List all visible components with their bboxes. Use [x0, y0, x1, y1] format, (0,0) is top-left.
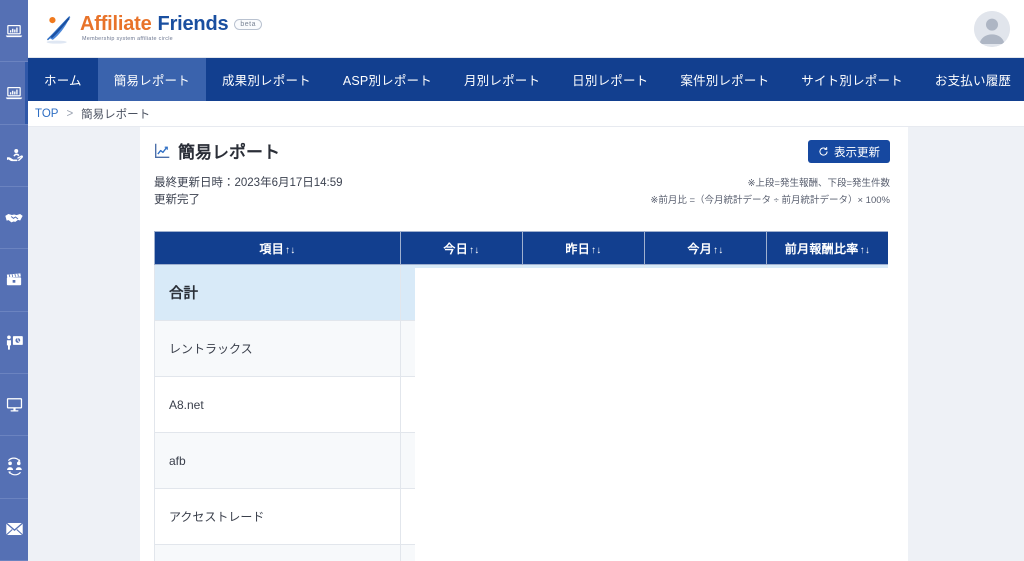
page-title-row: 簡易レポート 表示更新 [140, 127, 908, 173]
main-nav: ホーム 簡易レポート 成果別レポート ASP別レポート 月別レポート 日別レポー… [28, 58, 1024, 101]
monitor-icon [6, 398, 22, 412]
sort-icon: ↑↓ [469, 244, 480, 256]
column-header-label: 今日 [443, 241, 468, 256]
rail-item-community[interactable] [0, 436, 28, 499]
nav-label: ASP別レポート [342, 74, 432, 88]
nav-item-site-report[interactable]: サイト別レポート [785, 58, 919, 101]
rail-item-analytics-laptop[interactable] [0, 62, 28, 125]
refresh-button[interactable]: 表示更新 [808, 140, 890, 163]
users-cycle-icon [6, 458, 22, 476]
breadcrumb-current: 簡易レポート [81, 108, 151, 121]
hand-person-icon [6, 148, 23, 161]
cell-item: A8.net [154, 376, 401, 433]
cell-item: アクセストレード [154, 488, 401, 545]
nav-item-home[interactable]: ホーム [28, 58, 98, 101]
sort-icon: ↑↓ [591, 244, 602, 256]
clapperboard-icon [6, 273, 22, 286]
brand-beta-badge: beta [234, 18, 263, 30]
breadcrumb-separator: > [66, 107, 74, 120]
nav-item-simple-report[interactable]: 簡易レポート [97, 58, 206, 101]
rail-item-display[interactable] [0, 374, 28, 437]
rail-item-seminar[interactable] [0, 312, 28, 374]
handshake-icon [5, 213, 23, 223]
nav-label: ホーム [44, 74, 82, 88]
presentation-icon [6, 335, 23, 350]
column-header-yesterday[interactable]: 昨日↑↓ [522, 231, 645, 265]
column-header-today[interactable]: 今日↑↓ [400, 231, 523, 265]
table-header-row: 項目↑↓ 今日↑↓ 昨日↑↓ 今月↑↓ 前月報酬比率↑↓ [154, 231, 888, 265]
nav-item-payment-history[interactable]: お支払い履歴 [919, 58, 1024, 101]
rail-item-report-laptop[interactable] [0, 0, 28, 63]
line-chart-icon [155, 143, 170, 158]
last-updated-line: 最終更新日時：2023年6月17日14:59 [154, 175, 343, 192]
nav-item-case-report[interactable]: 案件別レポート [664, 58, 785, 101]
meta-right: ※上段=発生報酬、下段=発生件数 ※前月比 =（今月統計データ ÷ 前月統計デー… [650, 175, 890, 209]
envelope-icon [5, 522, 23, 536]
laptop-chart-icon [5, 24, 23, 37]
meta-left: 最終更新日時：2023年6月17日14:59 更新完了 [154, 175, 343, 209]
last-updated-value: 2023年6月17日14:59 [234, 177, 343, 189]
nav-label: 案件別レポート [680, 74, 770, 88]
update-status: 更新完了 [154, 194, 200, 206]
refresh-button-label: 表示更新 [834, 146, 880, 159]
cell-item: レントラックス [154, 320, 401, 377]
note-upper-lower: ※上段=発生報酬、下段=発生件数 [747, 178, 890, 189]
nav-label: お支払い履歴 [934, 74, 1012, 88]
cell-item: afb [154, 432, 401, 489]
nav-label: 簡易レポート [113, 74, 190, 88]
rail-item-mail[interactable] [0, 499, 28, 561]
nav-item-daily-report[interactable]: 日別レポート [556, 58, 664, 101]
avatar[interactable] [974, 11, 1010, 47]
refresh-icon [819, 147, 828, 156]
sort-icon: ↑↓ [285, 244, 296, 256]
column-header-label: 昨日 [565, 241, 590, 256]
nav-label: 成果別レポート [221, 74, 311, 88]
breadcrumb: TOP > 簡易レポート [28, 101, 1024, 127]
nav-label: サイト別レポート [801, 74, 903, 88]
note-mom-formula: ※前月比 =（今月統計データ ÷ 前月統計データ）× 100% [650, 195, 890, 206]
app-root: Affiliate Friends beta Membership system… [0, 0, 1024, 561]
rail-item-support[interactable] [0, 125, 28, 187]
table-loading-overlay [415, 268, 896, 561]
breadcrumb-home-link[interactable]: TOP [35, 108, 58, 120]
rail-item-media[interactable] [0, 249, 28, 312]
column-header-this-month[interactable]: 今月↑↓ [644, 231, 767, 265]
page-title-text: 簡易レポート [178, 142, 280, 162]
column-header-label: 項目 [259, 241, 284, 256]
column-header-mom-ratio[interactable]: 前月報酬比率↑↓ [766, 231, 888, 265]
cell-item [154, 544, 401, 561]
brand-name-second: Friends [157, 13, 229, 36]
page-title: 簡易レポート [154, 138, 280, 163]
last-updated-label: 最終更新日時： [154, 177, 235, 189]
logo-mark-icon [42, 12, 76, 46]
app-header: Affiliate Friends beta Membership system… [28, 0, 1024, 58]
brand-name-first: Affiliate [80, 13, 152, 36]
column-header-label: 今月 [687, 241, 712, 256]
cell-item: 合計 [154, 264, 401, 321]
meta-row: 最終更新日時：2023年6月17日14:59 更新完了 ※上段=発生報酬、下段=… [140, 173, 908, 215]
nav-item-monthly-report[interactable]: 月別レポート [448, 58, 556, 101]
nav-item-result-report[interactable]: 成果別レポート [206, 58, 327, 101]
column-header-item[interactable]: 項目↑↓ [154, 231, 401, 265]
rail-item-partners[interactable] [0, 187, 28, 250]
brand-logo[interactable]: Affiliate Friends beta Membership system… [42, 12, 263, 46]
nav-label: 日別レポート [572, 74, 649, 88]
brand-tagline: Membership system affiliate circle [82, 36, 173, 43]
nav-item-asp-report[interactable]: ASP別レポート [327, 58, 448, 101]
sort-icon: ↑↓ [713, 244, 724, 256]
column-header-label: 前月報酬比率 [784, 241, 859, 256]
sort-icon: ↑↓ [859, 244, 871, 256]
laptop-chart-icon [5, 86, 23, 100]
nav-label: 月別レポート [463, 74, 541, 88]
left-icon-rail [0, 0, 28, 561]
